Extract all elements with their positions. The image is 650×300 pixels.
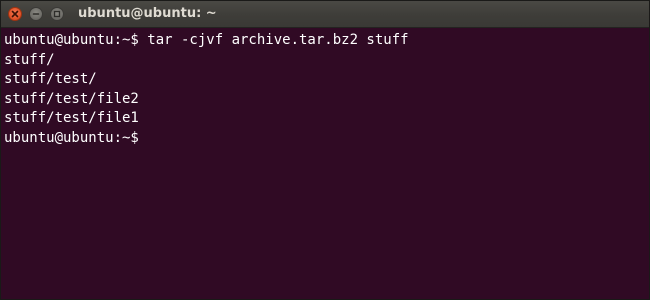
- maximize-icon: [53, 10, 61, 18]
- terminal-window: ubuntu@ubuntu: ~ ubuntu@ubuntu:~$ tar -c…: [0, 0, 650, 300]
- close-button[interactable]: [8, 7, 22, 21]
- minimize-icon: [32, 13, 40, 15]
- prompt-line[interactable]: ubuntu@ubuntu:~$: [4, 129, 649, 149]
- shell-prompt: ubuntu@ubuntu:~$: [4, 129, 139, 146]
- close-icon: [11, 10, 19, 18]
- text-cursor: [147, 129, 155, 145]
- terminal-output[interactable]: ubuntu@ubuntu:~$ tar -cjvf archive.tar.b…: [1, 28, 649, 299]
- terminal-line: stuff/test/file1: [4, 110, 139, 126]
- window-title: ubuntu@ubuntu: ~: [78, 6, 217, 21]
- title-bar[interactable]: ubuntu@ubuntu: ~: [1, 1, 649, 28]
- minimize-button[interactable]: [29, 7, 43, 21]
- terminal-line: stuff/test/file2: [4, 90, 139, 107]
- terminal-line: stuff/: [4, 51, 55, 68]
- terminal-line: ubuntu@ubuntu:~$ tar -cjvf archive.tar.b…: [4, 32, 409, 48]
- maximize-button[interactable]: [50, 7, 64, 21]
- terminal-line: stuff/test/: [4, 71, 97, 87]
